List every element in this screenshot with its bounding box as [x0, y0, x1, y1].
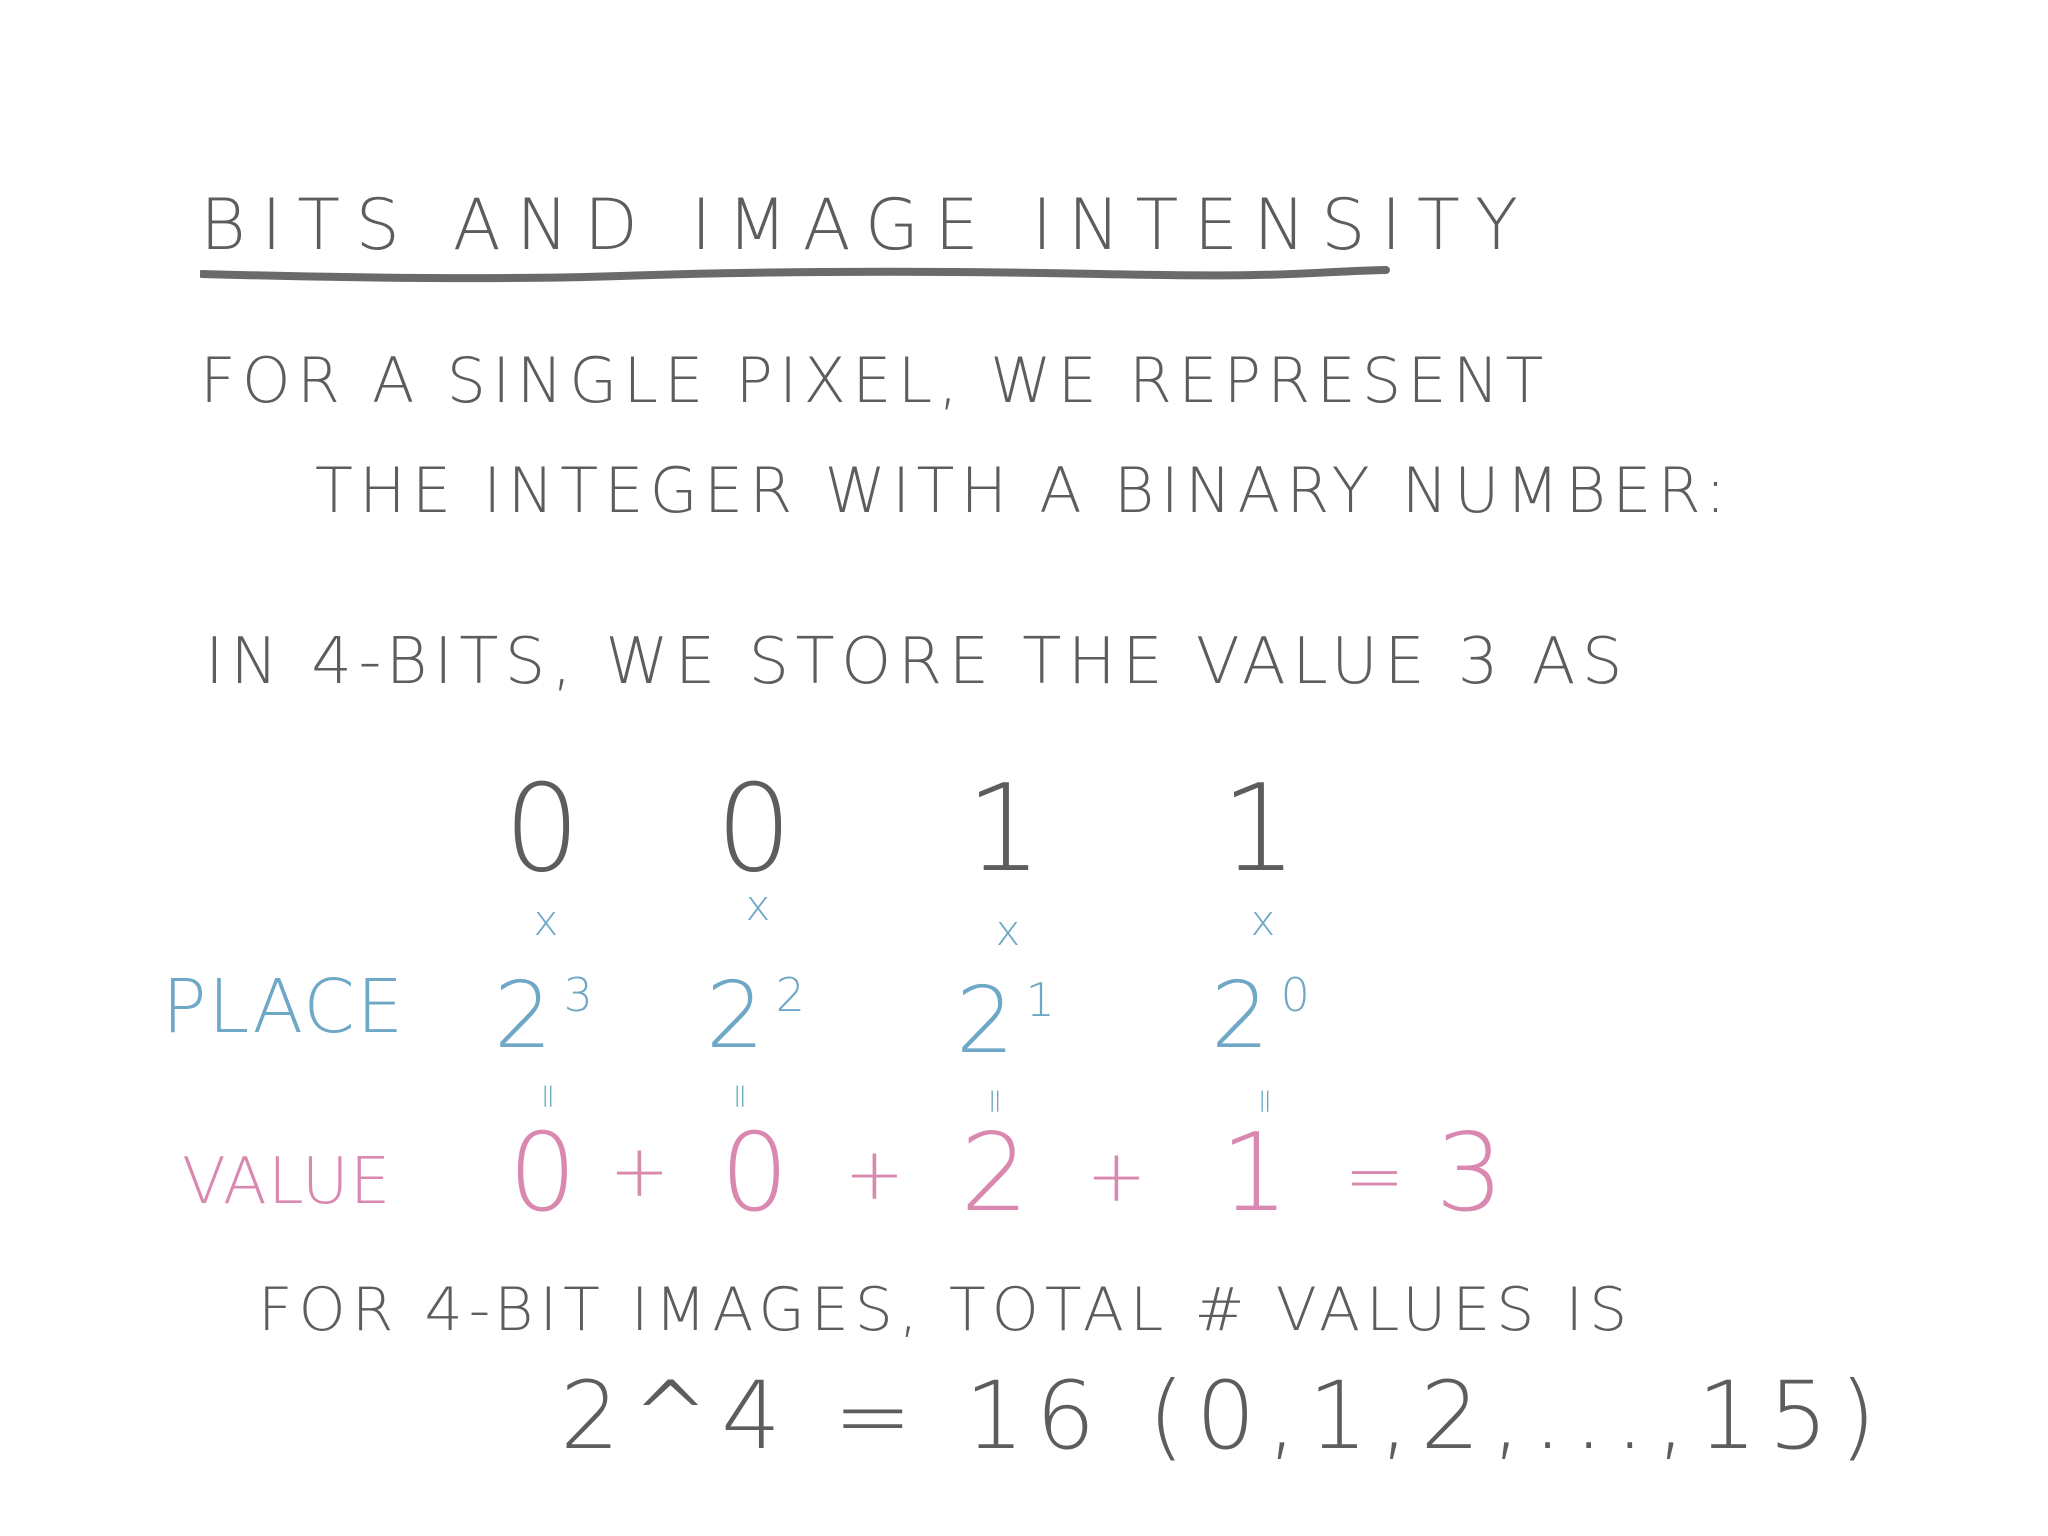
intro-line-1: FOR A SINGLE PIXEL, WE REPRESENT: [200, 344, 1550, 417]
sum-total: 3: [1435, 1111, 1515, 1236]
place-value: 1: [1220, 1111, 1300, 1236]
statement-line: IN 4-BITS, WE STORE THE VALUE 3 AS: [205, 625, 1629, 699]
place-label: PLACE: [162, 964, 405, 1050]
title-underline: [200, 266, 1390, 283]
footer-line-2: 2^4 = 16 (0,1,2,...,15): [560, 1362, 1888, 1471]
power-exponent: 2: [775, 968, 815, 1022]
plus-symbol: +: [844, 1132, 912, 1216]
whiteboard-page: BITS AND IMAGE INTENSITY FOR A SINGLE PI…: [0, 0, 2048, 1536]
plus-symbol: +: [1086, 1134, 1154, 1218]
bit-digit: 0: [715, 760, 805, 899]
multiply-symbol: x: [533, 896, 563, 945]
power-exponent: 1: [1025, 973, 1065, 1027]
intro-line-2: THE INTEGER WITH A BINARY NUMBER:: [315, 454, 1733, 527]
bit-digit: 1: [1220, 760, 1310, 899]
footer-line-1: FOR 4-BIT IMAGES, TOTAL # VALUES IS: [258, 1275, 1634, 1345]
value-label: VALUE: [182, 1145, 392, 1219]
place-value: 2: [960, 1111, 1040, 1236]
place-value: 0: [720, 1111, 800, 1236]
multiply-symbol: x: [1250, 896, 1280, 945]
place-value: 0: [508, 1111, 588, 1236]
bit-digit: 0: [503, 760, 593, 899]
power-exponent: 0: [1280, 968, 1320, 1022]
plus-symbol: +: [609, 1129, 677, 1213]
place-power: 22: [690, 970, 830, 1062]
page-title: BITS AND IMAGE INTENSITY: [200, 184, 1534, 266]
multiply-symbol: x: [745, 881, 775, 930]
bit-digit: 1: [965, 760, 1055, 899]
multiply-symbol: x: [995, 906, 1025, 955]
power-exponent: 3: [563, 968, 603, 1022]
